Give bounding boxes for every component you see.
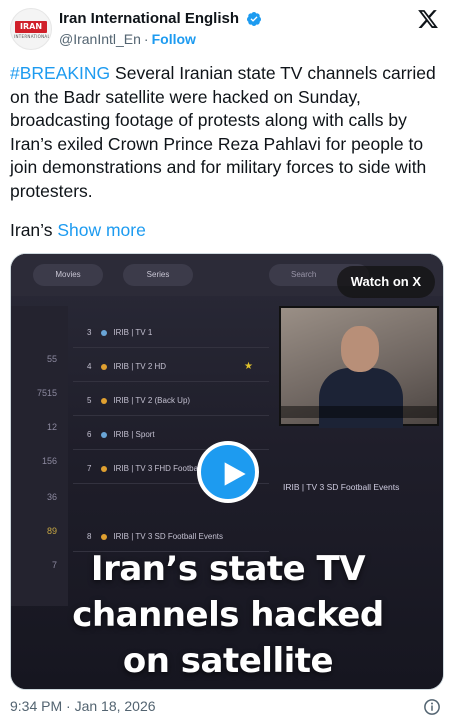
iran-international-logo: IRAN: [15, 21, 47, 33]
overlay-title-line: channels hacked: [72, 595, 384, 635]
tv-number: 36: [46, 492, 57, 502]
overlay-title-line: Iran’s state TV: [90, 549, 366, 589]
tweet-text: #BREAKING Several Iranian state TV chann…: [10, 62, 441, 203]
x-logo-icon[interactable]: [417, 8, 439, 30]
author-handle[interactable]: @IranIntl_En: [59, 31, 141, 47]
truncated-lead: Iran’s: [10, 220, 58, 240]
video-overlay-title: Iran’s state TV channels hacked on satel…: [11, 546, 443, 684]
tv-preview-panel: [279, 306, 439, 428]
tv-tab-series: Series: [123, 264, 193, 286]
info-icon[interactable]: [423, 698, 441, 716]
follow-button[interactable]: Follow: [152, 31, 196, 47]
watch-on-x-button[interactable]: Watch on X: [336, 266, 435, 298]
play-icon: [224, 462, 246, 486]
author-names: Iran International English @IranIntl_En ·…: [59, 10, 262, 49]
tv-number: 156: [41, 456, 57, 466]
play-button[interactable]: [197, 441, 259, 503]
tv-caption-strip: [281, 406, 437, 418]
hashtag-link[interactable]: #BREAKING: [10, 63, 110, 83]
tv-number: 7515: [36, 388, 57, 398]
tv-number: 89: [46, 526, 57, 536]
truncated-line: Iran’s Show more: [10, 219, 146, 243]
speaker-figure: [319, 368, 403, 428]
tv-number: 12: [46, 422, 57, 432]
tweet-header: IRAN INTERNATIONAL Iran International En…: [10, 8, 441, 50]
tv-event-label: IRIB | TV 3 SD Football Events: [283, 482, 400, 492]
video-media[interactable]: Movies Series Search 55 7515 12 156 36 8…: [10, 253, 444, 690]
tv-channel-row: 5 IRIB | TV 2 (Back Up): [73, 386, 269, 416]
tv-channel-row: 4 IRIB | TV 2 HD ★: [73, 352, 269, 382]
speaker-head: [341, 326, 379, 372]
author-display-name[interactable]: Iran International English: [59, 10, 239, 28]
logo-subtext: INTERNATIONAL: [14, 34, 50, 39]
tweet-timestamp[interactable]: 9:34 PM · Jan 18, 2026: [10, 698, 156, 714]
favorite-star-icon: ★: [244, 361, 253, 372]
tv-number: 55: [46, 354, 57, 364]
tv-tab-movies: Movies: [33, 264, 103, 286]
tweet-body: Several Iranian state TV channels carrie…: [10, 63, 436, 201]
overlay-title-line: on satellite: [122, 641, 334, 681]
verified-badge-icon: [247, 12, 262, 26]
show-more-link[interactable]: Show more: [57, 220, 146, 240]
separator-dot: ·: [143, 31, 149, 48]
tv-channel-row: 3 IRIB | TV 1: [73, 318, 269, 348]
avatar[interactable]: IRAN INTERNATIONAL: [10, 8, 52, 50]
